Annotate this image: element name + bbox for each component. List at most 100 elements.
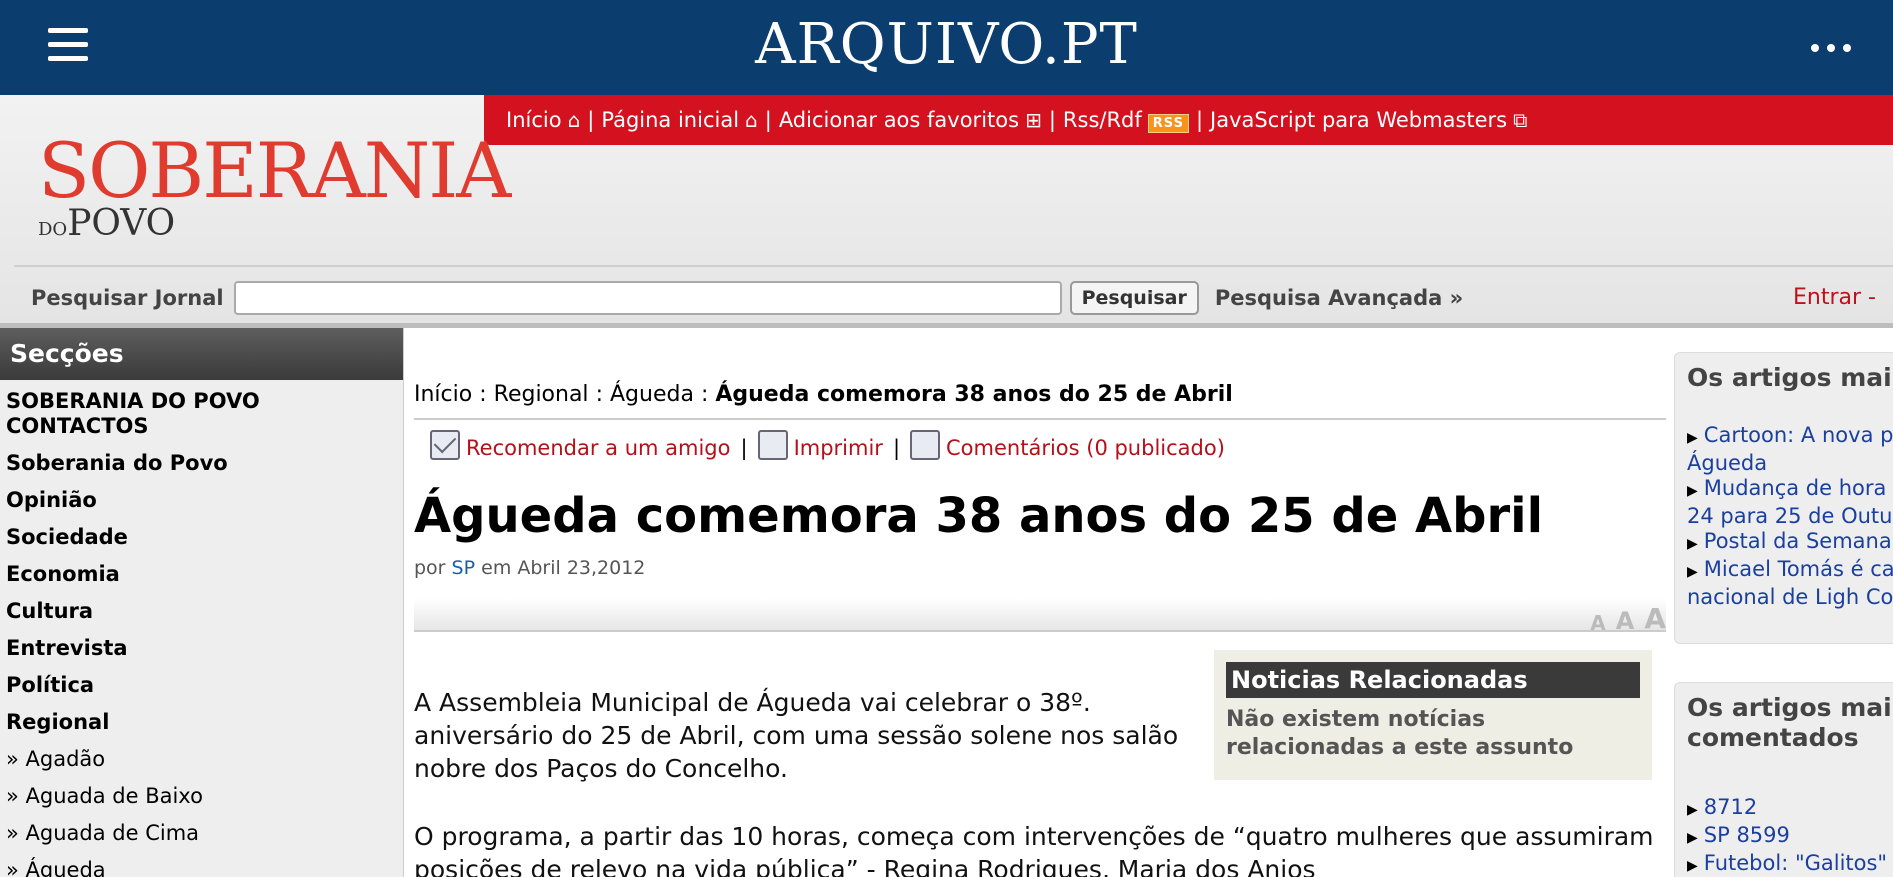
byline: por SP em Abril 23,2012 bbox=[414, 557, 646, 579]
article-title: Águeda comemora 38 anos do 25 de Abril bbox=[414, 488, 1544, 544]
separator: | bbox=[587, 108, 595, 132]
list-item[interactable]: ▶ Postal da Semana bbox=[1687, 529, 1893, 557]
font-medium-icon[interactable]: A bbox=[1616, 607, 1635, 635]
most-commented-title: comentados bbox=[1687, 723, 1859, 752]
list-item[interactable]: ▶ 8712 bbox=[1687, 795, 1893, 823]
article-main: Início : Regional : Águeda : Águeda come… bbox=[414, 328, 1666, 877]
font-size-controls: A A A bbox=[1590, 602, 1666, 635]
separator: | bbox=[892, 436, 901, 460]
separator: | bbox=[1195, 108, 1204, 132]
divider bbox=[14, 265, 1893, 267]
printer-icon[interactable] bbox=[757, 430, 788, 460]
list-item[interactable]: ▶ Cartoon: A nova p bbox=[1687, 423, 1893, 451]
breadcrumb-regional[interactable]: Regional bbox=[494, 382, 589, 407]
list-item[interactable]: nacional de Ligh Co bbox=[1687, 585, 1893, 610]
breadcrumb: Início : Regional : Águeda : Águeda come… bbox=[414, 382, 1233, 407]
sidebar-item-regional[interactable]: Regional bbox=[6, 710, 397, 735]
most-read-list: ▶ Cartoon: A nova p Águeda ▶ Mudança de ho… bbox=[1687, 423, 1893, 610]
sidebar-subitem-aguada-de-baixo[interactable]: » Aguada de Baixo bbox=[6, 784, 397, 809]
sidebar-item-cultura[interactable]: Cultura bbox=[6, 599, 397, 624]
sidebar-subitem-agueda[interactable]: » Águeda bbox=[6, 858, 397, 877]
sidebar-item-entrevista[interactable]: Entrevista bbox=[6, 636, 397, 661]
triangle-right-icon: ▶ bbox=[1687, 483, 1698, 499]
sidebar-item-soberania[interactable]: Soberania do Povo bbox=[6, 451, 397, 476]
most-read-box: Os artigos mais ▶ Cartoon: A nova p Águed… bbox=[1674, 352, 1893, 644]
home-icon: ⌂ bbox=[567, 108, 581, 132]
sections-list: SOBERANIA DO POVO CONTACTOS Soberania do… bbox=[0, 389, 403, 877]
separator: | bbox=[740, 436, 748, 460]
triangle-right-icon: ▶ bbox=[1687, 536, 1698, 552]
most-read-title: Os artigos mais bbox=[1687, 363, 1893, 392]
triangle-right-icon: ▶ bbox=[1687, 830, 1698, 846]
link-javascript[interactable]: JavaScript para Webmasters ⧉ bbox=[1210, 108, 1527, 132]
list-item[interactable]: Águeda bbox=[1687, 451, 1893, 476]
triangle-right-icon: ▶ bbox=[1687, 430, 1698, 446]
puzzle-icon: ⧉ bbox=[1513, 108, 1528, 132]
site-header: Início ⌂ | Página inicial ⌂ | Adicionar ao… bbox=[0, 95, 1893, 327]
sidebar-item-sociedade[interactable]: Sociedade bbox=[6, 525, 397, 550]
list-item[interactable]: ▶ Futebol: "Galitos" bbox=[1687, 851, 1893, 877]
list-item[interactable]: ▶ Micael Tomás é ca bbox=[1687, 557, 1893, 585]
link-favoritos[interactable]: Adicionar aos favoritos ⊞ bbox=[779, 108, 1042, 132]
breadcrumb-separator: : bbox=[700, 382, 709, 407]
right-column: Os artigos mais ▶ Cartoon: A nova p Águed… bbox=[1674, 352, 1893, 877]
search-input[interactable] bbox=[233, 281, 1062, 315]
breadcrumb-separator: : bbox=[595, 382, 603, 407]
envelope-icon[interactable] bbox=[430, 430, 460, 460]
most-commented-title: Os artigos mais bbox=[1687, 693, 1893, 722]
sidebar-item-politica[interactable]: Política bbox=[6, 673, 397, 698]
triangle-right-icon: ▶ bbox=[1687, 858, 1698, 874]
font-large-icon[interactable]: A bbox=[1644, 602, 1666, 635]
comments-link[interactable]: Comentários (0 publicado) bbox=[946, 436, 1225, 460]
link-inicio[interactable]: Início ⌂ bbox=[506, 108, 580, 132]
font-size-bar: A A A bbox=[414, 598, 1666, 635]
more-options-icon[interactable] bbox=[1811, 44, 1851, 52]
archive-topbar: ARQUIVO.PT bbox=[0, 0, 1893, 95]
sidebar-title: Secções bbox=[0, 328, 403, 380]
breadcrumb-current: Águeda comemora 38 anos do 25 de Abril bbox=[715, 382, 1233, 407]
search-button[interactable]: Pesquisar bbox=[1069, 281, 1199, 315]
article-paragraph: O programa, a partir das 10 horas, começ… bbox=[414, 822, 1654, 877]
link-rss[interactable]: Rss/Rdf RSS bbox=[1063, 108, 1189, 133]
triangle-right-icon: ▶ bbox=[1687, 802, 1698, 818]
link-pagina-inicial[interactable]: Página inicial ⌂ bbox=[601, 108, 757, 132]
separator: | bbox=[1048, 108, 1056, 132]
most-commented-box: Os artigos mais comentados ▶ 8712 ▶ SP 859… bbox=[1674, 682, 1893, 877]
login-link[interactable]: Entrar - bbox=[1793, 285, 1893, 310]
divider bbox=[414, 418, 1666, 420]
separator: | bbox=[764, 108, 772, 132]
search-row: Pesquisar Jornal Pesquisar Pesquisa Avan… bbox=[0, 277, 1893, 319]
list-item[interactable]: ▶ Mudança de hora bbox=[1687, 476, 1893, 504]
homepage-icon: ⌂ bbox=[745, 108, 758, 132]
recommend-link[interactable]: Recomendar a um amigo bbox=[466, 436, 730, 460]
print-link[interactable]: Imprimir bbox=[794, 436, 883, 460]
breadcrumb-home[interactable]: Início bbox=[414, 382, 472, 407]
top-links-bar: Início ⌂ | Página inicial ⌂ | Adicionar ao… bbox=[484, 95, 1893, 145]
sidebar-subitem-agadao[interactable]: » Agadão bbox=[6, 747, 397, 772]
list-item[interactable]: 24 para 25 de Outu bbox=[1687, 504, 1893, 529]
sections-sidebar: Secções SOBERANIA DO POVO CONTACTOS Sobe… bbox=[0, 328, 404, 877]
article-actions: Recomendar a um amigo | Imprimir | Comen… bbox=[430, 430, 1225, 460]
comments-icon[interactable] bbox=[910, 430, 941, 460]
search-label: Pesquisar Jornal bbox=[31, 286, 224, 310]
archive-logo[interactable]: ARQUIVO.PT bbox=[0, 12, 1893, 77]
sidebar-item-opiniao[interactable]: Opinião bbox=[6, 488, 397, 513]
rss-icon: RSS bbox=[1147, 113, 1189, 133]
triangle-right-icon: ▶ bbox=[1687, 564, 1698, 580]
breadcrumb-separator: : bbox=[479, 382, 487, 407]
most-commented-list: ▶ 8712 ▶ SP 8599 ▶ Futebol: "Galitos" bbox=[1687, 795, 1893, 877]
breadcrumb-agueda[interactable]: Águeda bbox=[610, 382, 694, 407]
plus-box-icon: ⊞ bbox=[1025, 108, 1042, 132]
site-logo[interactable]: SOBERANIA DOPOVO bbox=[38, 133, 511, 245]
advanced-search-link[interactable]: Pesquisa Avançada » bbox=[1215, 286, 1463, 310]
sidebar-item-economia[interactable]: Economia bbox=[6, 562, 397, 587]
related-news-box: Noticias Relacionadas Não existem notíci… bbox=[1214, 650, 1652, 780]
article-date: em Abril 23,2012 bbox=[481, 557, 646, 579]
related-news-text: Não existem notícias relacionadas a este… bbox=[1226, 707, 1574, 760]
author-link[interactable]: SP bbox=[452, 557, 476, 579]
sidebar-item-contactos[interactable]: SOBERANIA DO POVO CONTACTOS bbox=[6, 389, 397, 439]
list-item[interactable]: ▶ SP 8599 bbox=[1687, 823, 1893, 851]
font-small-icon[interactable]: A bbox=[1590, 611, 1605, 635]
related-news-title: Noticias Relacionadas bbox=[1226, 662, 1640, 698]
sidebar-subitem-aguada-de-cima[interactable]: » Aguada de Cima bbox=[6, 821, 397, 846]
